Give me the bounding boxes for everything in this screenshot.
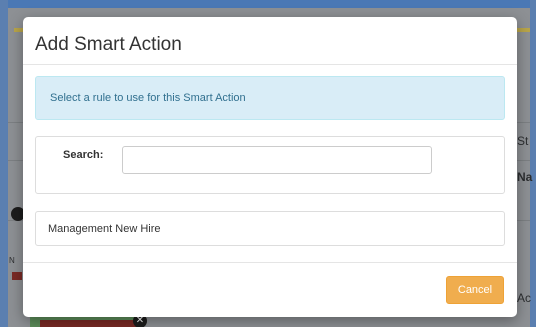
background-top-border: [0, 0, 536, 8]
background-left-border: [0, 0, 8, 327]
modal-footer: Cancel: [23, 262, 517, 317]
background-column-header-status: St: [517, 134, 529, 148]
background-cell-text: N: [9, 256, 15, 265]
rule-list: Management New Hire: [35, 211, 505, 246]
modal-body: Select a rule to use for this Smart Acti…: [23, 65, 517, 246]
modal-title: Add Smart Action: [35, 34, 182, 55]
search-panel: Search:: [35, 136, 505, 194]
background-cell-text: Ac: [517, 291, 532, 305]
background-red-marker: [12, 272, 22, 280]
background-red-bar: [40, 320, 136, 327]
add-smart-action-modal: Add Smart Action Select a rule to use fo…: [23, 17, 517, 317]
info-alert: Select a rule to use for this Smart Acti…: [35, 76, 505, 120]
search-label: Search:: [63, 149, 104, 161]
background-column-header-name: Na: [517, 170, 533, 184]
cancel-button[interactable]: Cancel: [446, 276, 504, 304]
info-alert-text: Select a rule to use for this Smart Acti…: [50, 92, 246, 104]
modal-header: Add Smart Action: [23, 17, 517, 65]
search-input[interactable]: [122, 146, 432, 174]
rule-list-item[interactable]: Management New Hire: [36, 212, 504, 245]
background-right-border: [530, 0, 536, 327]
